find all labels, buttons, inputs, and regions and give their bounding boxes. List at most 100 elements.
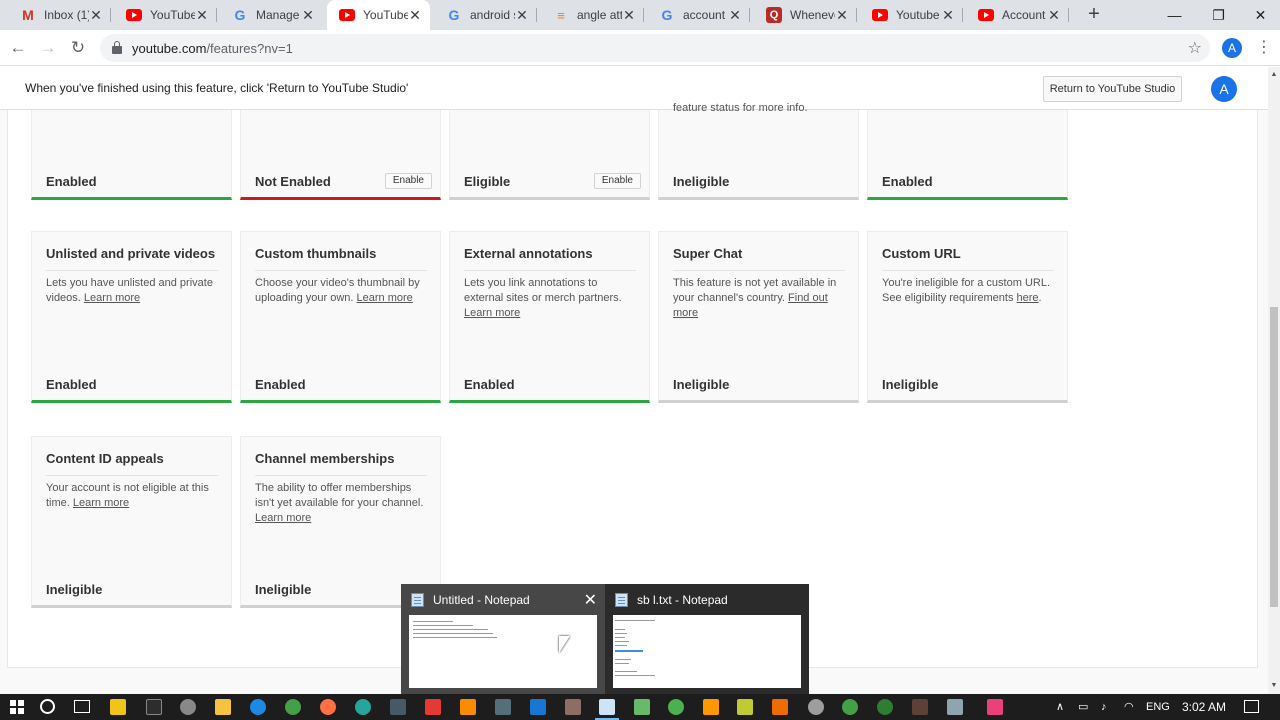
new-tab-button[interactable]: +	[1084, 4, 1104, 24]
profile-avatar[interactable]: A	[1222, 38, 1242, 58]
browser-toolbar: ← → ↻ youtube.com/features?nv=1 ☆ A ⋮	[0, 30, 1280, 66]
app-icon[interactable]	[947, 699, 963, 715]
chrome-icon[interactable]	[668, 699, 684, 715]
youtube-icon	[126, 7, 142, 23]
store-icon[interactable]	[110, 699, 126, 715]
learn-more-link[interactable]: Learn more	[84, 292, 140, 304]
windows-start-icon[interactable]	[10, 700, 24, 714]
close-tab-icon[interactable]: ✕	[1047, 7, 1061, 24]
close-tab-icon[interactable]: ✕	[622, 7, 636, 24]
notepad-preview-sb[interactable]: sb l.txt - Notepad	[605, 584, 809, 694]
battery-icon[interactable]: ▭	[1078, 694, 1088, 720]
scroll-up-icon[interactable]: ▲	[1268, 69, 1280, 81]
browser-tab[interactable]: Gandroid s ✕	[434, 0, 537, 30]
app-icon[interactable]	[460, 699, 476, 715]
close-tab-icon[interactable]: ✕	[89, 7, 103, 24]
app-icon[interactable]	[987, 699, 1003, 715]
feature-card-unlisted-private: Unlisted and private videos Lets you hav…	[31, 231, 232, 403]
tray-overflow-icon[interactable]: ∧	[1056, 694, 1064, 720]
browser-tab[interactable]: GManage y✕	[220, 0, 323, 30]
menu-kebab-icon[interactable]: ⋮	[1256, 38, 1272, 58]
volume-icon[interactable]: ♪	[1101, 694, 1107, 720]
close-tab-icon[interactable]: ✕	[195, 7, 209, 24]
browser-tab[interactable]: Gaccount ✕	[647, 0, 750, 30]
close-icon[interactable]: ✕	[584, 590, 597, 610]
feature-description: feature status for more info.	[673, 102, 808, 114]
chrome-canary-icon[interactable]	[285, 699, 301, 715]
notepad-preview-untitled[interactable]: Untitled - Notepad ✕	[401, 584, 605, 694]
feature-card-super-chat: Super Chat This feature is not yet avail…	[658, 231, 859, 403]
app-icon[interactable]	[180, 699, 196, 715]
browser-tab[interactable]: M Inbox (1) ✕	[8, 0, 111, 30]
task-view-icon[interactable]	[74, 700, 90, 713]
winrar-icon[interactable]	[912, 699, 928, 715]
feature-status: Ineligible	[673, 377, 730, 392]
enable-button[interactable]: Enable	[384, 173, 432, 189]
app-icon[interactable]	[772, 699, 788, 715]
browser-tab[interactable]: Youtube ✕	[860, 0, 963, 30]
app-icon[interactable]	[495, 699, 511, 715]
file-explorer-icon[interactable]	[215, 699, 231, 715]
address-bar[interactable]: youtube.com/features?nv=1 ☆	[100, 34, 1210, 62]
account-avatar[interactable]: A	[1211, 76, 1237, 102]
learn-more-link[interactable]: Learn more	[73, 497, 129, 509]
scrollbar-thumb[interactable]	[1270, 307, 1278, 607]
browser-tab-active[interactable]: YouTube ✕	[327, 0, 430, 30]
search-icon[interactable]	[40, 699, 55, 714]
app-icon[interactable]	[320, 699, 336, 715]
app-icon[interactable]	[634, 699, 650, 715]
scroll-down-icon[interactable]: ▼	[1268, 680, 1280, 692]
grammarly-icon[interactable]	[355, 699, 371, 715]
stackoverflow-icon: ≡	[557, 7, 565, 23]
close-tab-icon[interactable]: ✕	[408, 7, 422, 24]
back-icon[interactable]: ←	[6, 36, 30, 60]
learn-more-link[interactable]: Learn more	[255, 512, 311, 524]
app-icon[interactable]	[808, 699, 824, 715]
google-icon: G	[234, 7, 246, 23]
feature-card: Eligible Enable	[449, 110, 650, 200]
minimize-icon[interactable]: —	[1152, 0, 1197, 30]
notifications-icon[interactable]	[1244, 700, 1259, 713]
vlc-icon[interactable]	[703, 699, 719, 715]
clock[interactable]: 3:02 AM	[1182, 694, 1226, 720]
feature-description: You're ineligible for a custom URL. See …	[882, 277, 1051, 304]
close-tab-icon[interactable]: ✕	[301, 7, 315, 24]
app-icon[interactable]	[737, 699, 753, 715]
feature-status: Not Enabled	[255, 174, 331, 189]
feature-title: Content ID appeals	[46, 451, 218, 476]
reload-icon[interactable]: ↻	[66, 36, 90, 60]
app-icon[interactable]	[390, 699, 406, 715]
language-indicator[interactable]: ENG	[1146, 694, 1170, 720]
eligibility-here-link[interactable]: here	[1017, 292, 1039, 304]
browser-tab[interactable]: YouTube ✕	[114, 0, 217, 30]
restore-icon[interactable]: ❐	[1196, 0, 1241, 30]
browser-tab[interactable]: Account ✕	[966, 0, 1069, 30]
notepad-icon[interactable]	[599, 699, 615, 715]
learn-more-link[interactable]: Learn more	[357, 292, 413, 304]
edge-icon[interactable]	[250, 699, 266, 715]
media-icon[interactable]	[146, 699, 162, 715]
vscode-icon[interactable]	[530, 699, 546, 715]
close-tab-icon[interactable]: ✕	[835, 7, 849, 24]
learn-more-link[interactable]: Learn more	[464, 307, 520, 319]
chrome-icon[interactable]	[842, 699, 858, 715]
forward-icon[interactable]: →	[36, 36, 60, 60]
browser-tab[interactable]: ≡ angle att ✕	[541, 0, 644, 30]
app-icon[interactable]	[877, 699, 893, 715]
vertical-scrollbar[interactable]: ▲ ▼	[1268, 67, 1280, 694]
browser-tab[interactable]: QWheneve✕	[754, 0, 857, 30]
filezilla-icon[interactable]	[425, 699, 441, 715]
return-to-studio-button[interactable]: Return to YouTube Studio	[1043, 76, 1182, 102]
app-icon[interactable]	[565, 699, 581, 715]
close-tab-icon[interactable]: ✕	[941, 7, 955, 24]
youtube-icon	[872, 7, 888, 23]
close-tab-icon[interactable]: ✕	[515, 7, 529, 24]
bookmark-star-icon[interactable]: ☆	[1188, 38, 1202, 58]
close-tab-icon[interactable]: ✕	[728, 7, 742, 24]
lock-icon	[112, 41, 122, 54]
window-close-icon[interactable]: ✕	[1238, 0, 1280, 30]
feature-status: Enabled	[46, 377, 97, 392]
wifi-icon[interactable]: ◠	[1124, 694, 1134, 720]
notepad-icon	[411, 593, 424, 607]
enable-button[interactable]: Enable	[593, 173, 641, 189]
